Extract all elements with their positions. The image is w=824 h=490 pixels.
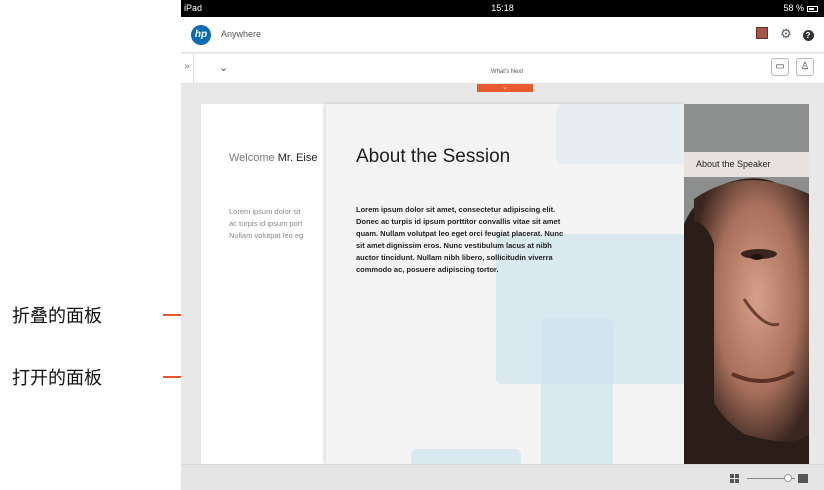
chevron-down-icon[interactable]: ⌄ [219, 61, 228, 74]
speaker-label[interactable]: About the Speaker [684, 152, 809, 177]
annotation-collapsed-label: 折叠的面板 [12, 306, 102, 326]
speaker-panel[interactable]: About the Speaker [684, 104, 809, 464]
annotation-open-label: 打开的面板 [12, 368, 102, 388]
open-panel[interactable]: About the Session Lorem ipsum dolor sit … [326, 104, 686, 464]
welcome-text: Welcome Mr. Eise [229, 152, 318, 164]
grid-view-icon[interactable] [730, 474, 740, 484]
battery-icon [807, 5, 818, 12]
clock: 15:18 [491, 3, 514, 13]
app-title: Anywhere [221, 29, 262, 39]
bottom-bar [181, 464, 824, 490]
expand-sidebar-button[interactable]: » [181, 54, 194, 84]
whats-next-label: What's Next [490, 69, 524, 75]
battery-indicator: 58 % [783, 3, 818, 13]
comment-button[interactable]: ▭ [771, 58, 789, 76]
help-icon[interactable]: ? [801, 27, 815, 41]
whats-next-tab[interactable]: ⌄ [477, 84, 533, 92]
hp-logo: hp [191, 25, 211, 45]
zoom-slider-handle[interactable] [784, 474, 792, 482]
presenter-icon: ♙ [800, 61, 810, 72]
single-view-icon[interactable] [798, 474, 808, 483]
presenter-button[interactable]: ♙ [796, 58, 814, 76]
collapsed-panel[interactable]: Welcome Mr. Eise Lorem ipsum dolor sit a… [201, 104, 327, 464]
status-bar: iPad 15:18 58 % [181, 0, 824, 17]
decor-shape [556, 104, 686, 164]
gear-icon[interactable]: ⚙ [779, 27, 793, 41]
decor-shape [411, 449, 521, 464]
app-header: hp Anywhere ⚙ ? [181, 17, 824, 53]
comment-icon: ▭ [775, 61, 785, 72]
toolbar: » ⌄ What's Next ▭ ♙ [181, 54, 824, 84]
ipad-screen: iPad 15:18 58 % hp Anywhere ⚙ ? » ⌄ What… [181, 0, 824, 490]
session-title: About the Session [356, 146, 511, 167]
decor-shape [541, 319, 613, 464]
avatar[interactable] [756, 27, 768, 39]
session-body: Lorem ipsum dolor sit amet, consectetur … [356, 205, 564, 274]
collapsed-lorem: Lorem ipsum dolor sit ac turpis id ipsum… [229, 207, 304, 240]
